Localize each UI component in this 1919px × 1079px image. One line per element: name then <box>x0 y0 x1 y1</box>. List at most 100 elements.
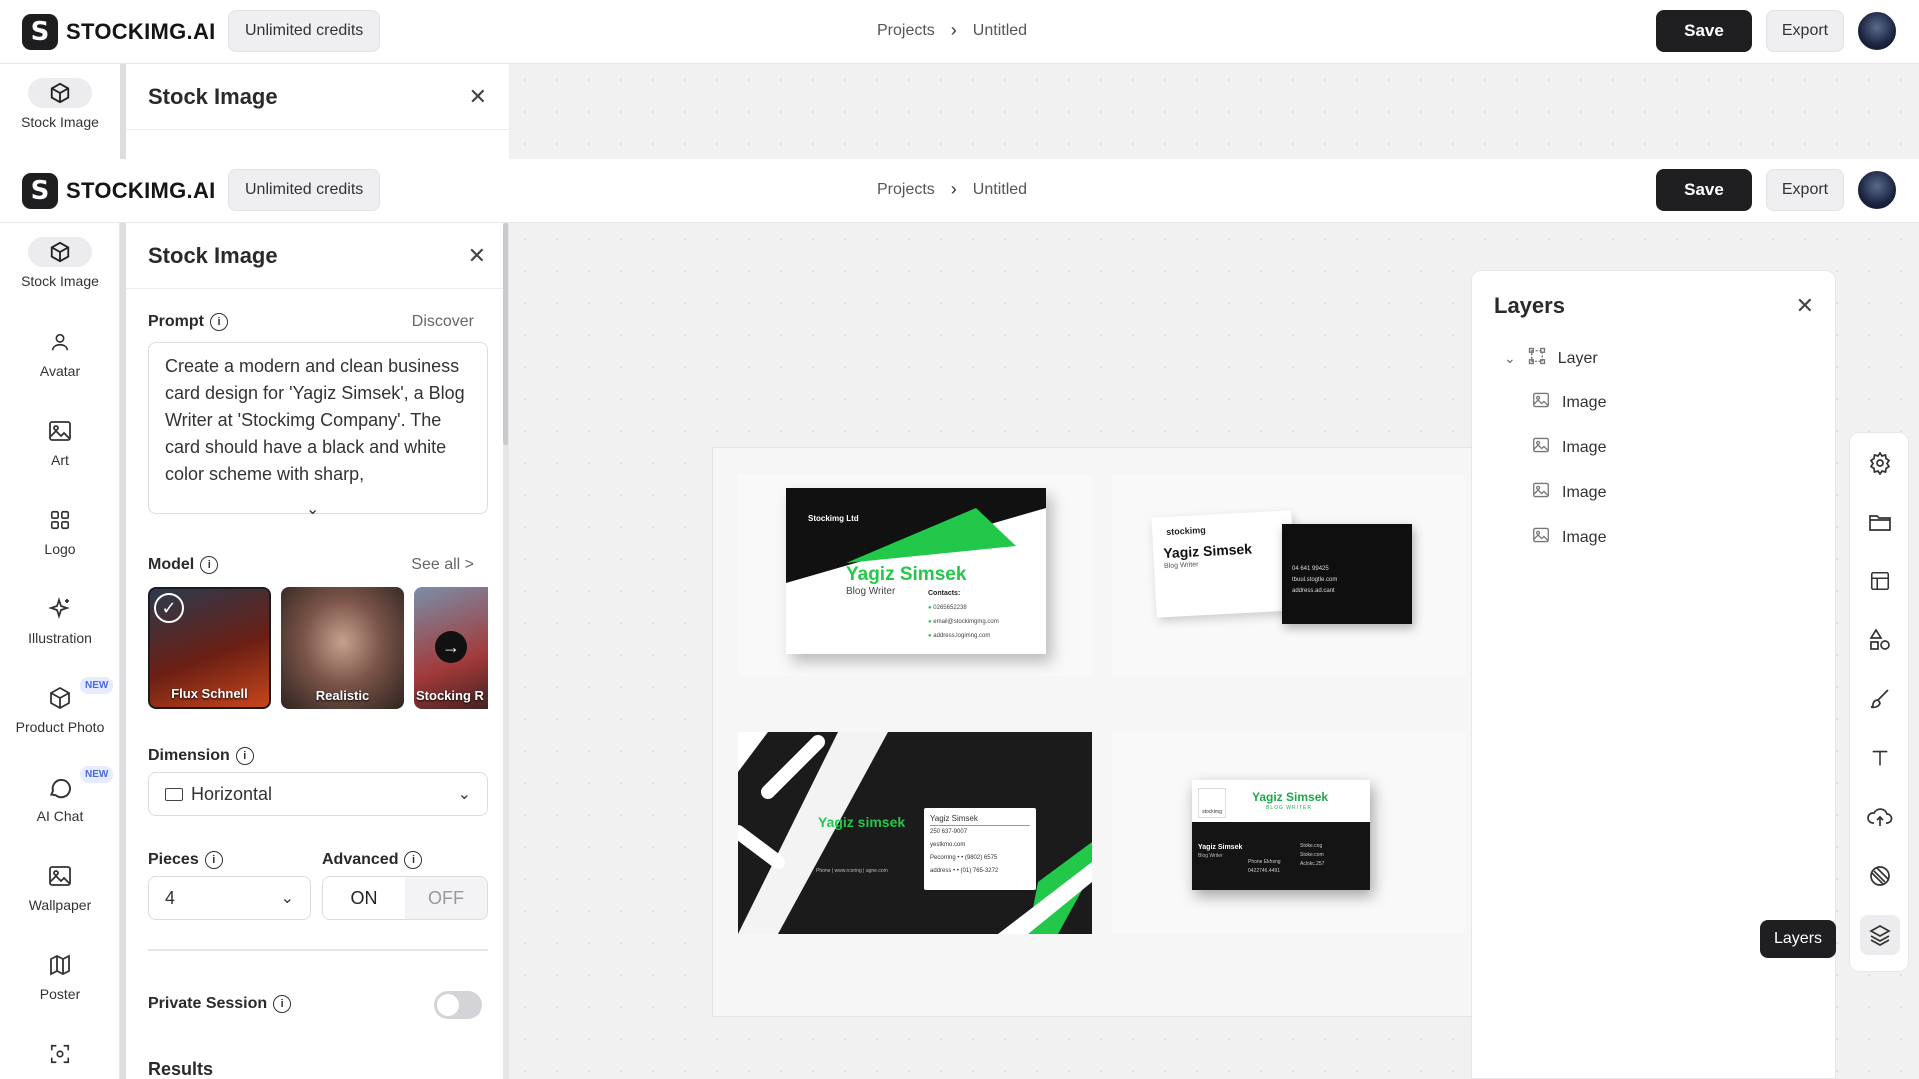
nav-item-logo[interactable]: Logo <box>0 505 120 557</box>
box-icon <box>40 683 80 713</box>
layer-group-row[interactable]: ⌄ Layer <box>1504 347 1598 370</box>
close-icon[interactable]: ✕ <box>1796 293 1814 319</box>
left-nav: Stock Image Avatar Art Logo Illustration… <box>0 223 120 1079</box>
result-image-4[interactable]: stockimg Yagiz Simsek BLOG WRITER Yagiz … <box>1112 732 1466 934</box>
model-name: Realistic <box>315 688 370 703</box>
gear-icon[interactable] <box>1860 443 1900 483</box>
nav-item-avatar[interactable]: Avatar <box>0 327 120 379</box>
map-icon <box>40 950 80 980</box>
image-icon <box>1532 437 1550 458</box>
nav-item-poster[interactable]: Poster <box>0 950 120 1002</box>
advanced-on-button[interactable]: ON <box>323 877 405 919</box>
discover-link[interactable]: Discover <box>412 313 474 331</box>
logo[interactable]: S STOCKIMG.AI <box>22 173 216 209</box>
ghost-logo-mark: S <box>22 14 58 50</box>
nav-item-wallpaper[interactable]: Wallpaper <box>0 861 120 913</box>
pieces-select[interactable]: 4 ⌄ <box>148 876 311 920</box>
nav-label: Logo <box>44 541 76 557</box>
card-contact: Stoke.cog <box>1300 843 1323 849</box>
new-badge: NEW <box>80 677 114 694</box>
ghost-panel-head: Stock Image ✕ <box>126 64 509 130</box>
folder-icon[interactable] <box>1860 502 1900 542</box>
dimension-label-text: Dimension <box>148 747 230 764</box>
business-card-back: 04 641 99425 tbuul.stogtle.com address.a… <box>1282 524 1412 624</box>
dimension-select[interactable]: Horizontal ⌄ <box>148 772 488 816</box>
arrow-right-icon[interactable]: → <box>435 631 467 663</box>
prompt-textarea[interactable]: Create a modern and clean business card … <box>148 342 488 514</box>
model-card-flux-schnell[interactable]: ✓ Flux Schnell <box>148 587 271 709</box>
ghost-breadcrumb: Projects › Untitled <box>877 20 1027 41</box>
panel-title: Stock Image <box>148 242 278 268</box>
upload-icon[interactable] <box>1860 797 1900 837</box>
info-icon[interactable]: i <box>235 747 254 765</box>
model-name: Stocking R <box>416 688 484 703</box>
layout-icon[interactable] <box>1860 561 1900 601</box>
ghost-nav: Stock Image <box>0 64 120 159</box>
card-name: Yagiz simsek <box>818 814 906 830</box>
layers-icon[interactable] <box>1860 915 1900 955</box>
brush-icon[interactable] <box>1860 679 1900 719</box>
card-contact: yestkmo.com <box>930 842 966 848</box>
result-image-2[interactable]: stockimg Yagiz Simsek Blog Writer 04 641… <box>1112 474 1466 676</box>
card-contact: Pecorring • • (9802) 6575 <box>930 855 998 861</box>
dimension-value-wrap: Horizontal <box>165 784 272 805</box>
ghost-panel: Stock Image ✕ <box>126 64 509 159</box>
info-icon[interactable]: i <box>210 313 228 331</box>
info-icon[interactable]: i <box>204 851 223 869</box>
model-card-realistic[interactable]: Realistic <box>281 587 404 709</box>
card-panel-name: Yagiz Simsek <box>930 812 1030 826</box>
layer-item[interactable]: Image <box>1532 527 1606 548</box>
export-button[interactable]: Export <box>1766 169 1844 211</box>
private-session-label: Private Session i <box>148 995 292 1013</box>
see-all-link[interactable]: See all > <box>411 556 474 574</box>
nav-item-product-photo[interactable]: NEW Product Photo <box>0 677 120 735</box>
nav-item-more[interactable] <box>0 1039 120 1075</box>
credits-badge[interactable]: Unlimited credits <box>228 169 381 211</box>
sticker-icon[interactable] <box>1860 856 1900 896</box>
save-button[interactable]: Save <box>1656 169 1752 211</box>
card-contact: ● address.logimng.com <box>928 633 991 639</box>
close-icon[interactable]: ✕ <box>468 243 486 269</box>
card-role: BLOG WRITER <box>1266 805 1313 811</box>
model-label: Model i <box>148 556 219 574</box>
layer-item[interactable]: Image <box>1532 437 1606 458</box>
card-info-panel: Yagiz Simsek 250 637-9007 yestkmo.com Pe… <box>924 808 1036 890</box>
image-icon <box>1532 527 1550 548</box>
ghost-canvas <box>509 64 1919 159</box>
nav-item-ai-chat[interactable]: NEW AI Chat <box>0 766 120 824</box>
result-image-3[interactable]: Yagiz simsek Phone | www.rcoring | agne.… <box>738 732 1092 934</box>
result-image-1[interactable]: Stockimg Ltd Yagiz Simsek Blog Writer Co… <box>738 474 1092 676</box>
info-icon[interactable]: i <box>200 556 219 574</box>
info-icon[interactable]: i <box>404 851 423 869</box>
shapes-icon[interactable] <box>1860 620 1900 660</box>
layer-item[interactable]: Image <box>1532 392 1606 413</box>
person-icon <box>40 327 80 357</box>
breadcrumb-current[interactable]: Untitled <box>973 181 1027 199</box>
nav-item-art[interactable]: Art <box>0 416 120 468</box>
right-toolbar <box>1849 432 1909 972</box>
layers-title: Layers <box>1494 293 1565 318</box>
advanced-off-button[interactable]: OFF <box>405 877 487 919</box>
topbar: S STOCKIMG.AI Unlimited credits Projects… <box>0 159 1919 223</box>
breadcrumb-projects[interactable]: Projects <box>877 181 935 199</box>
avatar[interactable] <box>1856 169 1898 211</box>
check-circle-icon: ✓ <box>154 593 184 623</box>
nav-item-stock-image[interactable]: Stock Image <box>0 237 120 289</box>
ghost-breadcrumb-current: Untitled <box>972 21 1028 39</box>
dimension-label: Dimension i <box>148 747 254 765</box>
logo-mark: S <box>22 173 58 209</box>
chevron-down-icon[interactable]: ⌄ <box>1504 350 1516 367</box>
private-session-toggle[interactable] <box>434 991 482 1019</box>
advanced-toggle: ON OFF <box>322 876 488 920</box>
card-company: stockimg <box>1165 524 1206 537</box>
chevron-down-icon[interactable]: ⌄ <box>306 499 319 519</box>
card-contact: Phone Ekhsng <box>1248 859 1281 865</box>
layer-item[interactable]: Image <box>1532 482 1606 503</box>
card-contact: ● 0265652238 <box>928 605 967 611</box>
nav-item-illustration[interactable]: Illustration <box>0 594 120 646</box>
pieces-label-text: Pieces <box>148 851 199 868</box>
info-icon[interactable]: i <box>273 995 292 1013</box>
text-icon[interactable] <box>1860 738 1900 778</box>
card-contact: 0422746.4491 <box>1248 868 1280 874</box>
results-label: Results <box>148 1059 214 1079</box>
